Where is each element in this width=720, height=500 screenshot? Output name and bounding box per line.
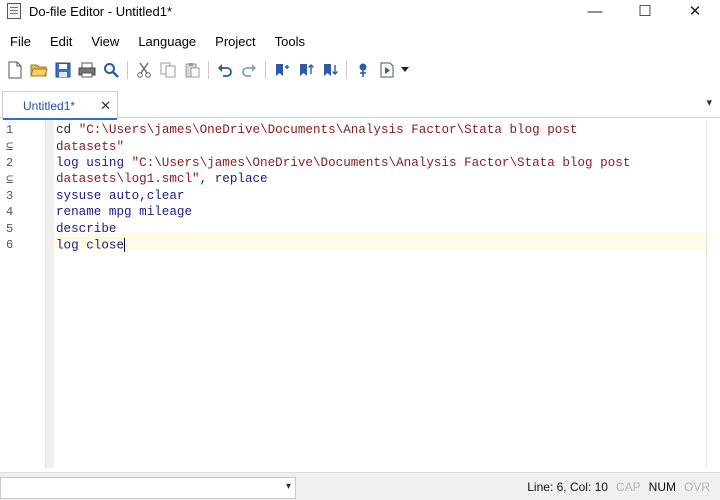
vertical-scrollbar[interactable] [706,120,720,468]
tab-close-icon[interactable]: ✕ [100,98,111,114]
code-line: 4 rename mpg mileage [0,204,630,220]
open-folder-icon[interactable] [27,59,51,81]
wrap-marker: ⊆ [6,140,14,155]
toolbar-separator [265,61,266,79]
code-line: 2 log using "C:\Users\james\OneDrive\Doc… [0,155,630,171]
code-text: cd "C:\Users\james\OneDrive\Documents\An… [56,123,577,137]
redo-icon[interactable] [237,59,261,81]
code-text: log using "C:\Users\james\OneDrive\Docum… [56,156,630,170]
code-text: rename mpg mileage [56,205,193,220]
num-lock-indicator: NUM [648,480,676,494]
save-icon[interactable] [51,59,75,81]
toolbar-separator [208,61,209,79]
toolbar-separator [346,61,347,79]
status-combo-box[interactable]: ▾ [0,477,296,499]
toolbar [0,57,720,83]
code-text: datasets" [56,140,124,154]
tab-strip: Untitled1* ✕ ▾ [0,88,720,121]
wrap-marker: ⊆ [6,172,14,187]
cursor-position: Line: 6, Col: 10 [527,480,608,494]
menu-bar: File Edit View Language Project Tools [0,30,314,52]
code-line: 5 describe [0,220,630,236]
minimize-button[interactable]: — [570,0,620,22]
dropdown-arrow-icon[interactable] [399,59,411,81]
line-number: 4 [6,205,14,220]
code-keyword: log using [56,155,132,170]
tab-untitled1[interactable]: Untitled1* ✕ [2,91,118,121]
text-caret [124,237,126,252]
show-file-in-viewer-icon[interactable] [351,59,375,81]
line-number: 6 [6,237,14,252]
menu-edit[interactable]: Edit [40,34,81,49]
toggle-bookmark-icon[interactable] [270,59,294,81]
code-keyword: , replace [199,172,268,187]
toolbar-separator [127,61,128,79]
maximize-button[interactable]: ☐ [620,0,670,22]
code-line: 1 cd "C:\Users\james\OneDrive\Documents\… [0,122,630,138]
new-file-icon[interactable] [3,59,27,81]
menu-view[interactable]: View [81,34,128,49]
code-text: describe [56,221,117,236]
tab-label: Untitled1* [23,98,76,113]
code-text: log close [56,237,126,253]
menu-project[interactable]: Project [205,34,264,49]
execute-do-icon[interactable] [375,59,399,81]
copy-icon[interactable] [156,59,180,81]
caps-lock-indicator: CAP [615,480,641,494]
window-controls: — ☐ ✕ [570,0,720,22]
chevron-down-icon[interactable]: ▾ [286,481,291,492]
cut-icon[interactable] [132,59,156,81]
code-line-current: 6 log close [0,237,630,253]
title-bar: Do-file Editor - Untitled1* — ☐ ✕ [0,0,720,22]
window-title: Do-file Editor - Untitled1* [29,3,173,19]
paste-icon[interactable] [180,59,204,81]
menu-tools[interactable]: Tools [265,34,314,49]
undo-icon[interactable] [213,59,237,81]
find-icon[interactable] [99,59,123,81]
code-text: sysuse auto,clear [56,188,185,203]
code-keyword: log close [56,238,125,253]
print-icon[interactable] [75,59,99,81]
code-editor[interactable]: 1 cd "C:\Users\james\OneDrive\Documents\… [0,120,720,468]
code-lines: 1 cd "C:\Users\james\OneDrive\Documents\… [0,122,630,253]
code-string: datasets" [56,139,125,154]
code-string: "C:\Users\james\OneDrive\Documents\Analy… [78,123,578,138]
close-button[interactable]: ✕ [670,0,720,22]
previous-bookmark-icon[interactable] [294,59,318,81]
menu-language[interactable]: Language [128,34,205,49]
overwrite-indicator: OVR [683,480,710,494]
status-indicators: Line: 6, Col: 10 CAP NUM OVR [519,480,710,494]
code-string: datasets\log1.smcl" [56,172,200,187]
code-line-wrapped: ⊆ datasets\log1.smcl", replace [0,171,630,187]
tab-list-dropdown-icon[interactable]: ▾ [706,96,712,109]
status-bar: ▾ Line: 6, Col: 10 CAP NUM OVR [0,472,720,500]
menu-file[interactable]: File [0,34,40,49]
do-file-editor-icon [7,3,21,19]
line-number: 3 [6,188,14,203]
code-line: 3 sysuse auto,clear [0,188,630,204]
code-keyword: cd [56,123,79,138]
line-number: 1 [6,123,14,138]
next-bookmark-icon[interactable] [318,59,342,81]
code-text: datasets\log1.smcl", replace [56,172,268,186]
line-number: 2 [6,155,14,170]
line-number: 5 [6,221,14,236]
code-string: "C:\Users\james\OneDrive\Documents\Analy… [131,155,631,170]
code-line-wrapped: ⊆ datasets" [0,138,630,155]
